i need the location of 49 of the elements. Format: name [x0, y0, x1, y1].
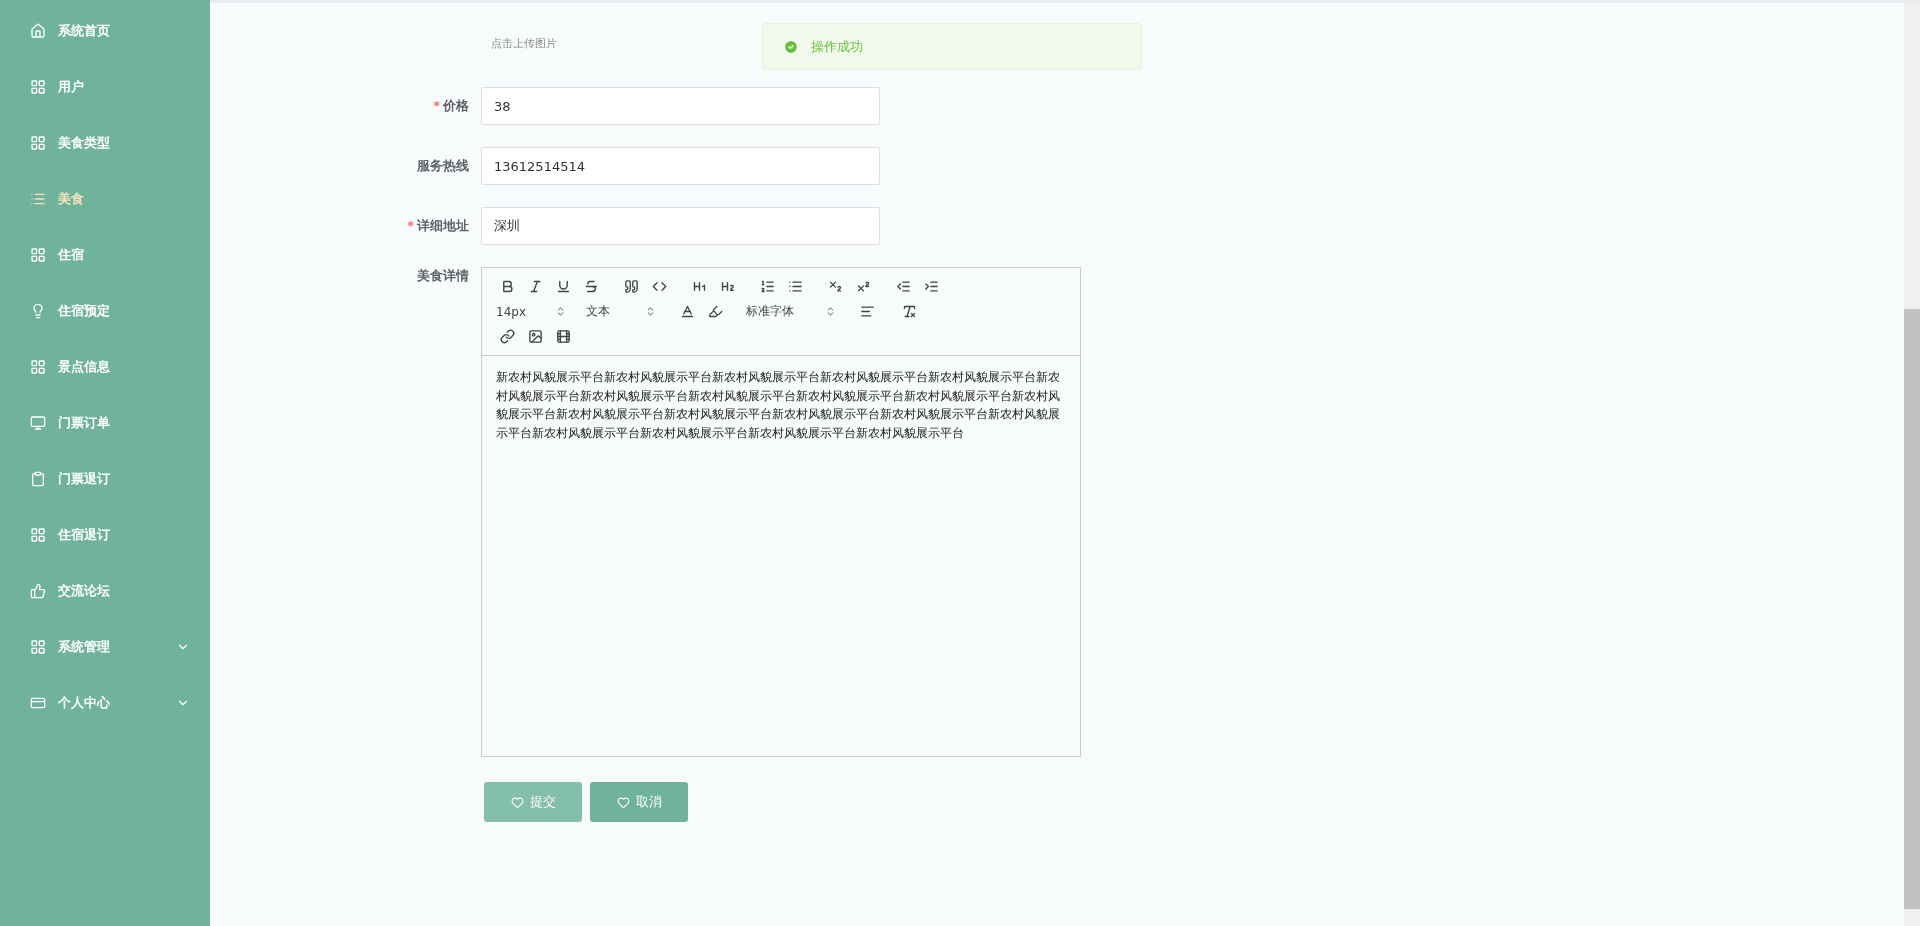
- input-field[interactable]: 38: [481, 87, 880, 125]
- up-down-caret-icon: [825, 306, 836, 317]
- card-icon: [30, 695, 46, 711]
- check-icon: [783, 38, 799, 55]
- sidebar-item[interactable]: 住宿退订: [0, 507, 210, 563]
- monitor-icon: [30, 415, 46, 431]
- form-button[interactable]: 取消: [590, 782, 688, 822]
- up-down-caret-icon: [555, 306, 566, 317]
- scrollbar[interactable]: [1904, 3, 1920, 926]
- upload-hint: 点击上传图片: [491, 35, 557, 51]
- grid-icon: [30, 135, 46, 151]
- sidebar-item[interactable]: 系统管理: [0, 619, 210, 675]
- clipboard-icon: [30, 471, 46, 487]
- heart-icon: [510, 795, 524, 809]
- sidebar-item[interactable]: 系统首页: [0, 3, 210, 59]
- input-field[interactable]: 深圳: [481, 207, 880, 245]
- editor-select[interactable]: 标准字体: [746, 303, 836, 320]
- sidebar-item[interactable]: 景点信息: [0, 339, 210, 395]
- sidebar-item[interactable]: 门票退订: [0, 451, 210, 507]
- sidebar-item[interactable]: 美食类型: [0, 115, 210, 171]
- sidebar-item[interactable]: 住宿: [0, 227, 210, 283]
- sidebar-item[interactable]: 个人中心: [0, 675, 210, 731]
- field-label: 美食详情: [416, 267, 470, 285]
- field-label: * 价格: [432, 97, 470, 115]
- field-label: 服务热线: [416, 157, 470, 175]
- editor-content: 新农村风貌展示平台新农村风貌展示平台新农村风貌展示平台新农村风貌展示平台新农村风貌展示平台新农村风貌展示平台新农村风貌展示平台新农村风貌展示平台新农村风貌展示平台新农村风貌展示平台新农村风貌展示平台新农村风貌展示平台新农村风貌展示平台新农村风貌展示平台新农村风貌展示平台新农村风貌展示平台新农村风貌展示平台新农村风貌展示平台新农村风貌展示平台新农村风貌展示平台: [495, 369, 1061, 442]
- input-field[interactable]: 13612514514: [481, 147, 880, 185]
- home-icon: [30, 23, 46, 39]
- list-icon: [30, 191, 46, 207]
- field-label: * 详细地址: [406, 217, 470, 235]
- grid-icon: [30, 527, 46, 543]
- heart-icon: [616, 795, 630, 809]
- rich-text-editor[interactable]: 14px 文本 标准字体 新农村风貌展示平台新农村风貌展示平台新农村风貌展示平台新农村风貌展示平台新农村风貌展示平台新农村风貌展示平台新农村风貌展示平台新农村风貌展示平台新农村风貌展示平台新农村风貌展示平台新农村风貌展示平台新农村风貌展示平台新农村风貌展示平台新农村风貌展示平台新农村风貌展示平台新农村风貌展示平台新农村风貌展示平台新农村风貌展示平台新农村风貌展示平台新农村风貌展示平台: [481, 267, 1081, 757]
- grid-icon: [30, 359, 46, 375]
- sidebar-item[interactable]: 用户: [0, 59, 210, 115]
- grid-icon: [30, 79, 46, 95]
- lightbulb-icon: [30, 303, 46, 319]
- form-button[interactable]: 提交: [484, 782, 582, 822]
- thumbs-up-icon: [30, 583, 46, 599]
- sidebar-item[interactable]: 住宿预定: [0, 283, 210, 339]
- toast-message: 操作成功: [811, 37, 863, 56]
- editor-select[interactable]: 14px: [496, 304, 566, 319]
- sidebar-item[interactable]: 美食: [0, 171, 210, 227]
- editor-select[interactable]: 文本: [586, 303, 656, 320]
- grid-icon: [30, 247, 46, 263]
- sidebar-item[interactable]: 交流论坛: [0, 563, 210, 619]
- grid-icon: [30, 639, 46, 655]
- up-down-caret-icon: [645, 306, 656, 317]
- sidebar-item[interactable]: 门票订单: [0, 395, 210, 451]
